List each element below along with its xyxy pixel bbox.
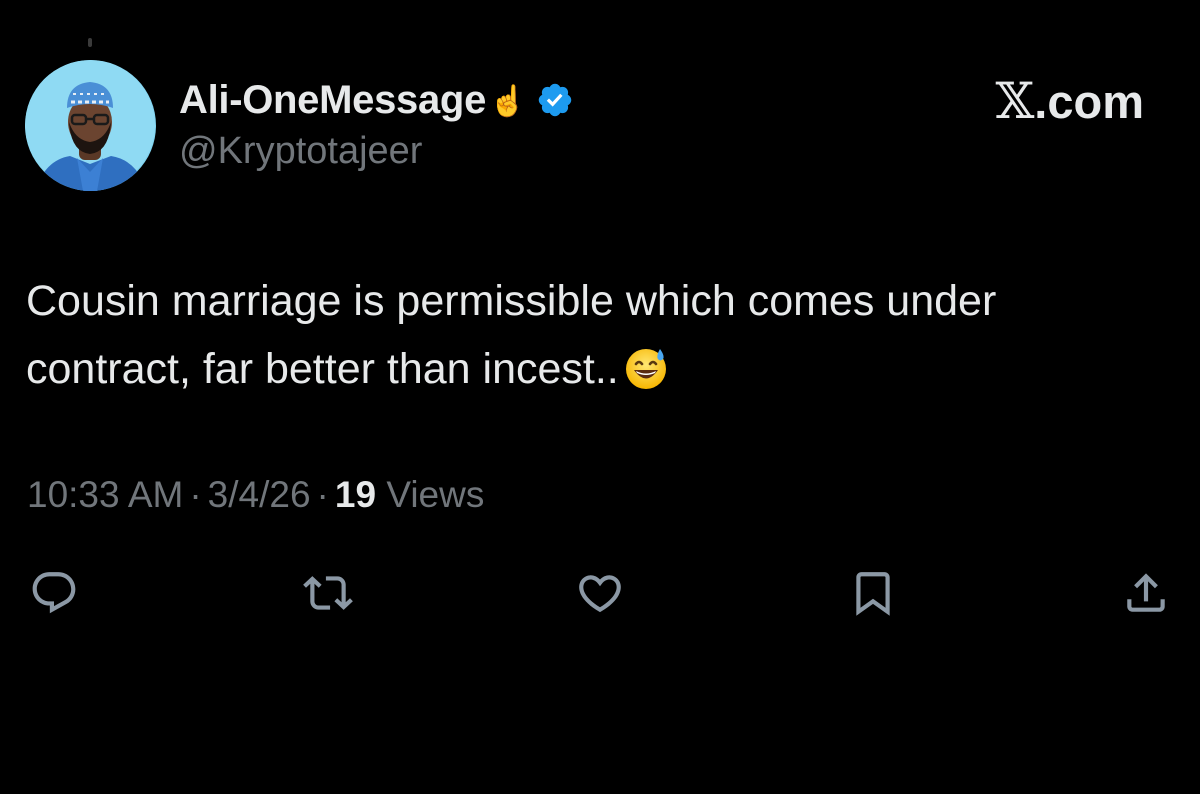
- x-logo-icon: 𝕏: [995, 72, 1035, 130]
- like-button[interactable]: [575, 568, 625, 618]
- heart-icon: [579, 575, 621, 613]
- tweet-line-1: Cousin marriage is permissible which com…: [26, 277, 997, 325]
- verified-badge-icon[interactable]: [536, 81, 574, 119]
- tweet-text: Cousin marriage is permissible which com…: [26, 267, 1176, 403]
- meta-separator: ·: [189, 474, 202, 515]
- tweet-meta: 10:33 AM · 3/4/26 · 19 Views: [27, 474, 484, 516]
- author-display-name[interactable]: Ali-OneMessage: [179, 78, 486, 123]
- bookmark-button[interactable]: [848, 568, 898, 618]
- tweet-time[interactable]: 10:33 AM: [27, 474, 183, 515]
- author-name-row: Ali-OneMessage ☝️: [179, 74, 574, 126]
- author-handle[interactable]: @Kryptotajeer: [179, 130, 574, 173]
- x-com-brand: 𝕏 .com: [996, 72, 1145, 130]
- meta-separator-2: ·: [316, 474, 329, 515]
- avatar-image: [25, 60, 156, 191]
- repost-button[interactable]: [303, 568, 353, 618]
- action-bar: [0, 568, 1200, 618]
- views-count: 19: [334, 474, 377, 515]
- reply-button[interactable]: [29, 568, 79, 618]
- bookmark-icon: [856, 572, 890, 616]
- reply-icon: [32, 572, 76, 614]
- pointing-up-emoji: ☝️: [489, 83, 527, 119]
- share-button[interactable]: [1121, 568, 1171, 618]
- top-dot-mark: [88, 38, 92, 47]
- views-label: Views: [386, 474, 485, 515]
- avatar[interactable]: [25, 60, 156, 191]
- tweet-line-2-text: contract, far better than incest..: [26, 345, 619, 393]
- grinning-face-with-sweat-emoji: [623, 343, 669, 389]
- tweet-line-2: contract, far better than incest..: [26, 335, 1176, 403]
- repost-icon: [303, 576, 353, 610]
- tweet-date[interactable]: 3/4/26: [208, 474, 311, 515]
- brand-suffix: .com: [1034, 74, 1144, 128]
- author-identity: Ali-OneMessage ☝️ @Kryptotajeer: [179, 74, 574, 173]
- share-icon: [1127, 573, 1165, 612]
